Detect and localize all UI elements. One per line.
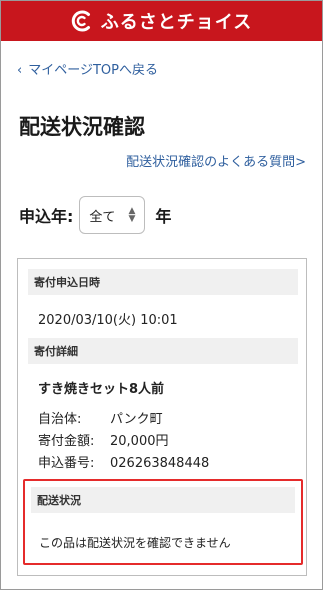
product-name: すき焼きセット8人前 <box>38 382 165 397</box>
year-select[interactable]: 全て ▲ ▼ <box>79 196 146 234</box>
donation-date-value: 2020/03/10(火) 10:01 <box>38 313 178 328</box>
page-title: 配送状況確認 <box>19 115 145 139</box>
delivery-status-text: この品は配送状況を確認できません <box>39 536 231 550</box>
donation-detail-heading: 寄付詳細 <box>28 338 298 364</box>
year-filter-label: 申込年: <box>19 207 74 226</box>
amount-value: 20,000円 <box>110 434 169 449</box>
furusato-choice-c-logo-icon <box>71 10 90 32</box>
select-updown-arrows-icon: ▲ ▼ <box>128 206 136 224</box>
application-number-row: 申込番号: 026263848448 <box>38 452 209 471</box>
page-frame: ふるさとチョイス ‹ マイページTOPへ戻る 配送状況確認 配送状況確認のよくある… <box>0 0 323 590</box>
amount-row: 寄付金額: 20,000円 <box>38 430 169 449</box>
delivery-status-section: 配送状況 この品は配送状況を確認できません <box>23 479 303 565</box>
back-link-label: マイページTOPへ戻る <box>28 63 158 78</box>
municipality-row: 自治体: パンク町 <box>38 408 163 427</box>
chevron-left-icon: ‹ <box>17 63 23 78</box>
year-select-value: 全て <box>89 209 116 225</box>
year-suffix: 年 <box>155 207 172 226</box>
delivery-status-heading: 配送状況 <box>31 487 295 513</box>
back-to-mypage-link[interactable]: ‹ マイページTOPへ戻る <box>17 59 158 78</box>
year-filter: 申込年: 全て ▲ ▼ 年 <box>19 196 171 234</box>
site-logo-text[interactable]: ふるさとチョイス <box>101 8 252 34</box>
application-number-label: 申込番号: <box>38 456 95 471</box>
municipality-value: パンク町 <box>110 412 163 427</box>
site-header: ふるさとチョイス <box>1 1 322 41</box>
municipality-label: 自治体: <box>38 412 82 427</box>
amount-label: 寄付金額: <box>38 434 95 449</box>
donation-date-heading: 寄付申込日時 <box>28 269 298 295</box>
delivery-faq-link[interactable]: 配送状況確認のよくある質問> <box>126 151 306 170</box>
application-number-value: 026263848448 <box>110 456 210 471</box>
